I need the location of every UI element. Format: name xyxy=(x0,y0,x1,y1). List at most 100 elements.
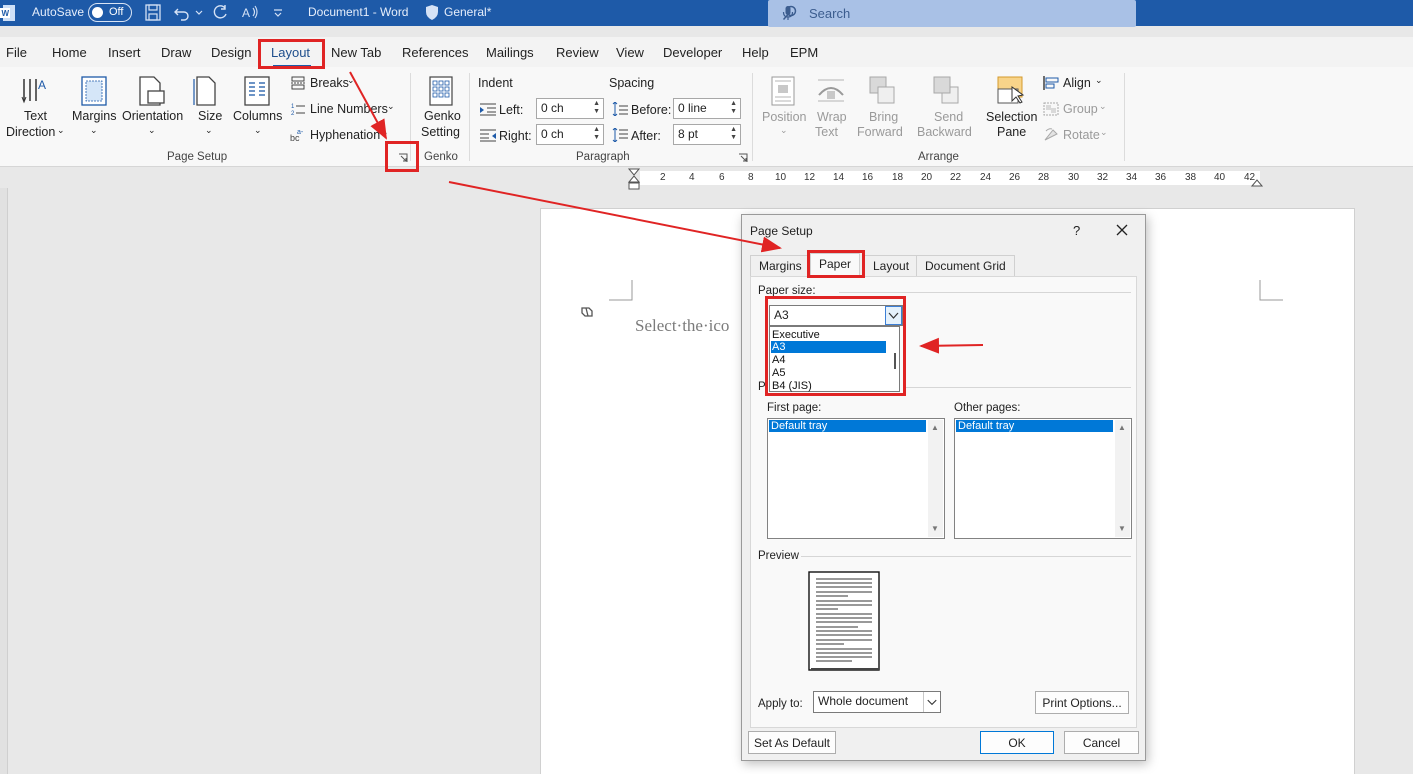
tab-references[interactable]: References xyxy=(402,45,468,60)
right-indent-marker-icon[interactable] xyxy=(1251,177,1263,187)
tab-new-tab[interactable]: New Tab xyxy=(331,45,381,60)
scrollbar[interactable]: ▲ ▼ xyxy=(928,420,943,537)
wrap-text-label-2[interactable]: Text xyxy=(815,125,838,139)
chevron-down-icon[interactable]: ⌄ xyxy=(1099,101,1107,112)
first-page-tray-list[interactable]: Default tray ▲ ▼ xyxy=(767,418,945,539)
orientation-icon[interactable] xyxy=(136,75,166,107)
wrap-text-icon[interactable] xyxy=(816,77,846,105)
chevron-down-icon[interactable]: ⌄ xyxy=(205,125,213,136)
other-pages-tray-list[interactable]: Default tray ▲ ▼ xyxy=(954,418,1132,539)
scroll-up-icon[interactable]: ▲ xyxy=(1118,423,1126,432)
selection-pane-icon[interactable] xyxy=(994,75,1026,107)
read-aloud-icon[interactable]: A xyxy=(242,4,260,21)
tab-margins[interactable]: Margins xyxy=(750,255,811,276)
margins-label[interactable]: Margins xyxy=(72,109,116,123)
chevron-down-icon[interactable] xyxy=(923,692,940,712)
tab-draw[interactable]: Draw xyxy=(161,45,191,60)
send-backward-label-2[interactable]: Backward xyxy=(917,125,972,139)
orientation-label[interactable]: Orientation xyxy=(122,109,183,123)
indent-marker-icon[interactable] xyxy=(628,168,640,190)
line-numbers-icon[interactable]: 12 xyxy=(291,102,305,116)
tab-document-grid[interactable]: Document Grid xyxy=(916,255,1015,276)
cancel-button[interactable]: Cancel xyxy=(1064,731,1139,754)
rotate-icon[interactable] xyxy=(1043,128,1059,142)
margins-icon[interactable] xyxy=(80,75,108,107)
indent-right-input[interactable]: 0 ch ▲ ▼ xyxy=(536,124,604,145)
line-numbers-label[interactable]: Line Numbers xyxy=(310,102,388,116)
chevron-down-icon[interactable]: ⌄ xyxy=(1095,75,1103,86)
bring-forward-label-1[interactable]: Bring xyxy=(869,110,898,124)
tab-view[interactable]: View xyxy=(616,45,644,60)
tab-layout[interactable]: Layout xyxy=(864,255,919,276)
tab-help[interactable]: Help xyxy=(742,45,769,60)
spinner-arrows-icon[interactable]: ▲ ▼ xyxy=(593,126,600,142)
microphone-icon[interactable] xyxy=(782,5,794,21)
scroll-down-icon[interactable]: ▼ xyxy=(931,524,939,533)
chevron-down-icon[interactable]: ⌄ xyxy=(148,125,156,136)
breaks-label[interactable]: Breaks xyxy=(310,76,349,90)
help-button[interactable]: ? xyxy=(1073,223,1080,238)
bring-forward-icon[interactable] xyxy=(868,75,898,107)
autosave-toggle[interactable]: Off xyxy=(88,3,132,22)
spacing-before-input[interactable]: 0 line ▲ ▼ xyxy=(673,98,741,119)
scroll-down-icon[interactable]: ▼ xyxy=(1118,524,1126,533)
chevron-down-icon[interactable]: ⌄ xyxy=(254,125,262,136)
text-direction-label-1[interactable]: Text xyxy=(24,109,47,123)
chevron-down-icon[interactable]: ⌄ xyxy=(387,101,395,112)
size-label[interactable]: Size xyxy=(198,109,222,123)
scrollbar[interactable]: ▲ ▼ xyxy=(1115,420,1130,537)
chevron-down-icon[interactable]: ⌄ xyxy=(57,125,65,136)
breaks-icon[interactable] xyxy=(291,76,305,90)
apply-to-select[interactable]: Whole document xyxy=(813,691,941,713)
chevron-down-icon[interactable]: ⌄ xyxy=(1100,127,1108,138)
tab-mailings[interactable]: Mailings xyxy=(486,45,534,60)
chevron-down-icon[interactable]: ⌄ xyxy=(780,125,788,136)
redo-icon[interactable] xyxy=(212,4,228,21)
wrap-text-label-1[interactable]: Wrap xyxy=(817,110,847,124)
scroll-up-icon[interactable]: ▲ xyxy=(931,423,939,432)
customize-toolbar-icon[interactable] xyxy=(273,4,283,21)
tab-file[interactable]: File xyxy=(6,45,27,60)
selection-pane-label-1[interactable]: Selection xyxy=(986,110,1037,124)
tab-review[interactable]: Review xyxy=(556,45,599,60)
chevron-down-icon[interactable]: ⌄ xyxy=(90,125,98,136)
print-options-button[interactable]: Print Options... xyxy=(1035,691,1129,714)
send-backward-icon[interactable] xyxy=(932,75,962,107)
document-text[interactable]: Select·the·ico xyxy=(635,316,729,336)
group-icon[interactable] xyxy=(1043,102,1059,116)
undo-icon[interactable] xyxy=(174,4,190,21)
align-label[interactable]: Align xyxy=(1063,76,1091,90)
size-icon[interactable] xyxy=(193,75,219,107)
columns-label[interactable]: Columns xyxy=(233,109,282,123)
search-box[interactable]: Search xyxy=(768,0,1136,27)
tab-epm[interactable]: EPM xyxy=(790,45,818,60)
bring-forward-label-2[interactable]: Forward xyxy=(857,125,903,139)
indent-left-input[interactable]: 0 ch ▲ ▼ xyxy=(536,98,604,119)
list-item-selected[interactable]: Default tray xyxy=(956,420,1113,432)
set-as-default-button[interactable]: Set As Default xyxy=(748,731,836,754)
ok-button[interactable]: OK xyxy=(980,731,1054,754)
spinner-arrows-icon[interactable]: ▲ ▼ xyxy=(730,100,737,116)
genko-label-2[interactable]: Setting xyxy=(421,125,460,139)
hyphenation-label[interactable]: Hyphenation xyxy=(310,128,380,142)
position-label[interactable]: Position xyxy=(762,110,806,124)
hyphenation-icon[interactable]: bca- xyxy=(290,128,306,142)
chevron-down-icon[interactable]: ⌄ xyxy=(381,127,389,138)
rotate-label[interactable]: Rotate xyxy=(1063,128,1100,142)
save-icon[interactable] xyxy=(145,4,161,21)
close-icon[interactable] xyxy=(1116,224,1128,236)
group-label[interactable]: Group xyxy=(1063,102,1098,116)
send-backward-label-1[interactable]: Send xyxy=(934,110,963,124)
position-icon[interactable] xyxy=(770,75,796,107)
text-direction-icon[interactable]: A xyxy=(20,75,52,107)
sensitivity-label[interactable]: General* xyxy=(444,5,491,19)
selection-pane-label-2[interactable]: Pane xyxy=(997,125,1026,139)
spinner-arrows-icon[interactable]: ▲ ▼ xyxy=(593,100,600,116)
copilot-icon[interactable] xyxy=(579,304,595,320)
spinner-arrows-icon[interactable]: ▲ ▼ xyxy=(730,126,737,142)
chevron-down-icon[interactable]: ⌄ xyxy=(347,75,355,86)
tab-home[interactable]: Home xyxy=(52,45,87,60)
tab-design[interactable]: Design xyxy=(211,45,251,60)
list-item-selected[interactable]: Default tray xyxy=(769,420,926,432)
tab-insert[interactable]: Insert xyxy=(108,45,141,60)
